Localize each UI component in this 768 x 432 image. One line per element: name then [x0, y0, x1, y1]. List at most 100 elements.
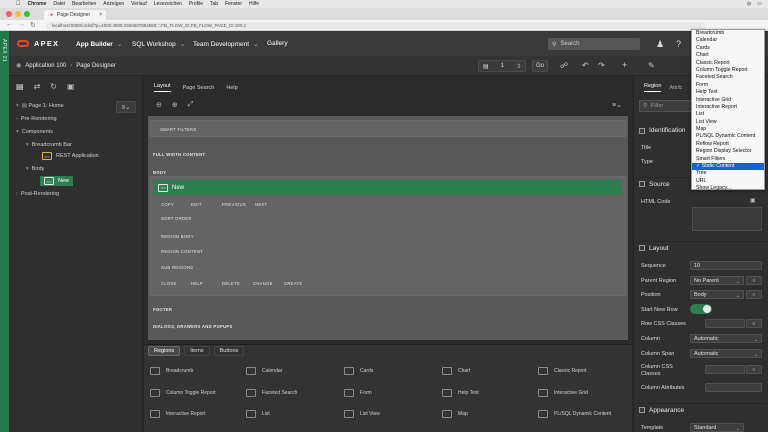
slot-edit[interactable]: EDIT [191, 202, 202, 207]
tree-menu-button[interactable]: ≡⌄ [116, 101, 136, 113]
slot-create[interactable]: CREATE [284, 281, 302, 286]
gallery-item-list[interactable]: List [246, 410, 270, 418]
menu-verlauf[interactable]: Verlauf [131, 1, 147, 7]
gallery-item-chart[interactable]: Chart [442, 367, 470, 375]
slot-sub-regions[interactable]: SUB REGIONS [161, 265, 193, 270]
go-button[interactable]: Go [532, 60, 548, 72]
menubar-app[interactable]: Chrome [28, 1, 47, 7]
dropdown-option[interactable]: Calendar [692, 37, 764, 44]
dropdown-option[interactable]: PL/SQL Dynamic Content [692, 133, 764, 140]
gallery-item-interactive-report[interactable]: Interactive Report [150, 410, 205, 418]
expand-icon[interactable]: ⤢ [188, 101, 194, 109]
nav-app-builder[interactable]: App Builder ⌄ [76, 40, 122, 49]
column-select[interactable]: Automatic ⌄ [690, 334, 762, 343]
tab-layout[interactable]: Layout [154, 83, 171, 92]
slot-region-content[interactable]: REGION CONTENT [161, 249, 203, 254]
start-new-row-toggle[interactable] [690, 304, 712, 314]
nav-sql-workshop[interactable]: SQL Workshop ⌄ [132, 40, 185, 49]
browser-tab[interactable]: ● Page Designer × [44, 10, 106, 20]
tab-help[interactable]: Help [226, 85, 237, 91]
column-css-list-button[interactable]: ≡ [746, 365, 762, 374]
dropdown-option[interactable]: Show Legacy... [692, 185, 764, 192]
slot-delete[interactable]: DELETE [222, 281, 240, 286]
dropdown-option[interactable]: Faceted Search [692, 74, 764, 81]
position-list-button[interactable]: ≡ [746, 290, 762, 299]
user-icon[interactable]: ♟ [656, 39, 664, 50]
processing-tab-icon[interactable]: ↻ [50, 82, 57, 91]
gallery-item-column-toggle-report[interactable]: Column Toggle Report [150, 389, 216, 397]
slot-change[interactable]: CHANGE [253, 281, 273, 286]
dropdown-option[interactable]: Cards [692, 45, 764, 52]
row-css-classes-input[interactable] [705, 319, 745, 328]
column-span-select[interactable]: Automatic ⌄ [690, 349, 762, 358]
column-attributes-input[interactable] [705, 383, 762, 392]
menu-hilfe[interactable]: Hilfe [249, 1, 259, 7]
dropdown-option[interactable]: Smart Filters [692, 156, 764, 163]
slot-close[interactable]: CLOSE [161, 281, 177, 286]
page-selector[interactable]: ▤ 1 ⇕ [478, 60, 526, 72]
tree-pre-rendering[interactable]: › Pre-Rendering [16, 116, 57, 122]
filter-input[interactable]: ⚲ Filter [639, 100, 693, 112]
template-select[interactable]: Standard ⌄ [690, 423, 744, 432]
menu-profile[interactable]: Profile [189, 1, 203, 7]
add-icon[interactable]: + [622, 60, 627, 70]
code-editor-icon[interactable]: ▣ [750, 197, 756, 204]
gallery-item-interactive-grid[interactable]: Interactive Grid [538, 389, 588, 397]
section-layout[interactable]: Layout [639, 241, 767, 254]
tree-breadcrumb-bar[interactable]: ▾ Breadcrumb Bar [26, 142, 72, 148]
dropdown-option[interactable]: Form [692, 82, 764, 89]
menu-datei[interactable]: Datei [53, 1, 65, 7]
dropdown-option[interactable]: URL [692, 178, 764, 185]
tree-components[interactable]: ▾ Components [16, 129, 53, 135]
dropdown-option[interactable]: Column Toggle Report [692, 67, 764, 74]
gallery-item-plsql-dynamic-content[interactable]: PL/SQL Dynamic Content [538, 410, 611, 418]
gallery-tab-buttons[interactable]: Buttons [213, 346, 245, 356]
slot-previous[interactable]: PREVIOUS [222, 202, 246, 207]
tree-page[interactable]: ▾ ▤ Page 1: Home [16, 103, 64, 109]
slot-region-body[interactable]: REGION BODY [161, 234, 194, 239]
help-icon[interactable]: ? [676, 39, 681, 49]
maximize-window-icon[interactable] [24, 11, 30, 17]
tree-rest-application[interactable]: </> REST Application [42, 152, 99, 160]
breadcrumb-page-designer[interactable]: Page Designer [76, 63, 116, 69]
tree-new-region[interactable]: </> New [40, 176, 74, 186]
gallery-item-classic-report[interactable]: Classic Report [538, 367, 587, 375]
gallery-item-breadcrumb[interactable]: Breadcrumb [150, 367, 193, 375]
wrench-icon[interactable]: ✎ [648, 61, 655, 70]
tab-attributes[interactable]: Attrib [669, 85, 682, 91]
battery-icon[interactable]: ▭ [757, 1, 762, 7]
gallery-item-list-view[interactable]: List View [344, 410, 380, 418]
dropdown-option[interactable]: Help Text [692, 89, 764, 96]
gallery-item-cards[interactable]: Cards [344, 367, 373, 375]
row-css-list-button[interactable]: ≡ [746, 319, 762, 328]
dropdown-option[interactable]: Chart [692, 52, 764, 59]
sequence-input[interactable]: 10 [690, 261, 762, 270]
gallery-item-map[interactable]: Map [442, 410, 468, 418]
tab-close-icon[interactable]: × [99, 12, 102, 18]
menu-bearbeiten[interactable]: Bearbeiten [72, 1, 96, 7]
lock-icon[interactable]: ☍ [560, 61, 568, 70]
tab-page-search[interactable]: Page Search [183, 85, 215, 91]
dropdown-option[interactable]: Reflow Report [692, 141, 764, 148]
dropdown-option[interactable]: ✓ Static Content [692, 163, 764, 171]
dropdown-option[interactable]: Interactive Report [692, 104, 764, 111]
dropdown-option[interactable]: Classic Report [692, 60, 764, 67]
tab-region[interactable]: Region [644, 83, 662, 92]
search-input[interactable]: ⚲ Search [548, 38, 640, 50]
slot-copy[interactable]: COPY [161, 202, 174, 207]
smart-filters-slot[interactable] [150, 120, 626, 137]
forward-icon[interactable]: → [18, 21, 25, 28]
gallery-item-faceted-search[interactable]: Faceted Search [246, 389, 297, 397]
parent-region-select[interactable]: No Parent ⌄ [690, 276, 744, 285]
dropdown-option[interactable]: Interactive Grid [692, 97, 764, 104]
section-appearance[interactable]: Appearance [639, 403, 767, 416]
position-select[interactable]: Body ⌄ [690, 290, 744, 299]
menu-tab[interactable]: Tab [210, 1, 218, 7]
html-code-editor[interactable] [692, 207, 762, 231]
dropdown-option[interactable]: Breadcrumb [692, 30, 764, 37]
close-window-icon[interactable] [6, 11, 12, 17]
minimize-window-icon[interactable] [15, 11, 21, 17]
dropdown-option[interactable]: List [692, 111, 764, 118]
back-icon[interactable]: ← [6, 21, 13, 28]
zoom-out-icon[interactable]: ⊖ [156, 101, 162, 109]
